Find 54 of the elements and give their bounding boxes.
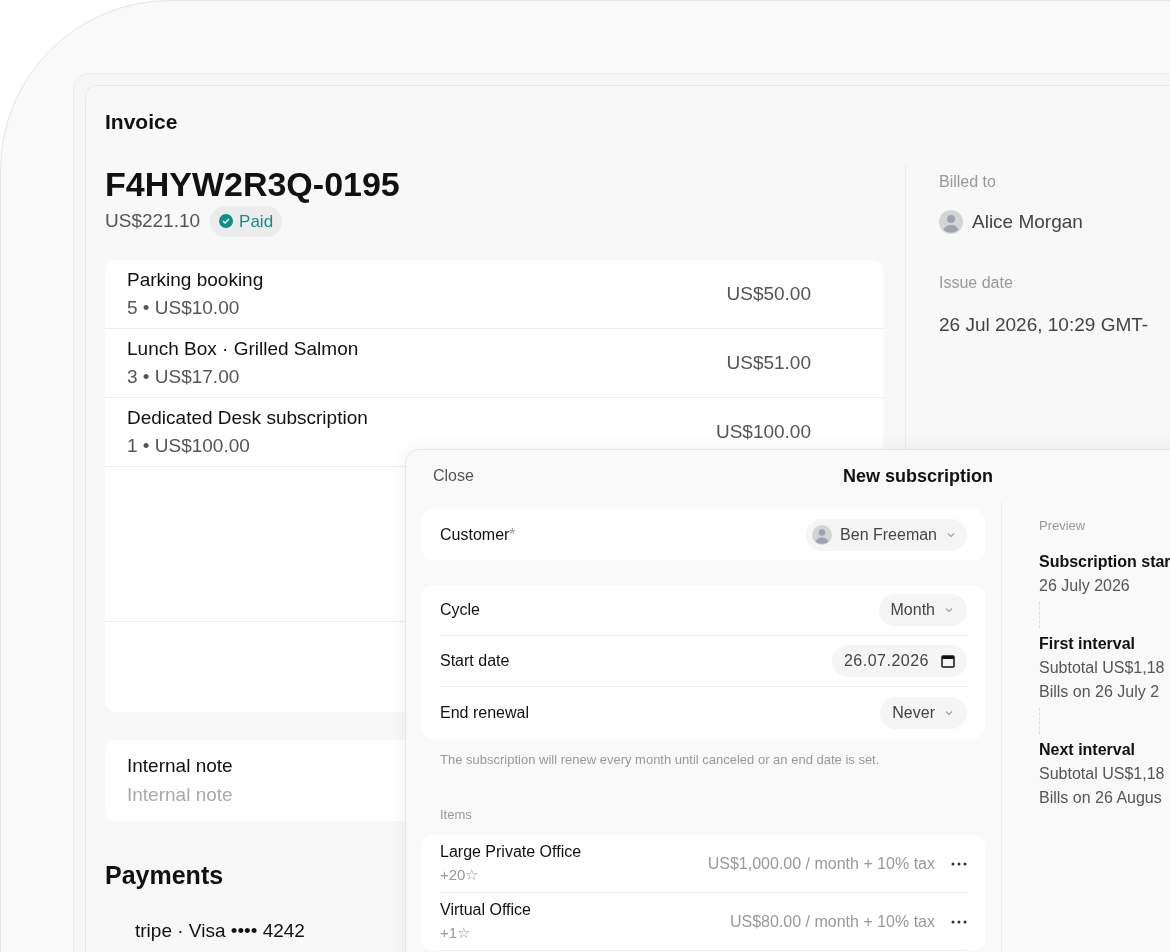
payment-method: tripe · Visa •••• 4242 [135, 918, 305, 943]
select-dropdown[interactable]: Month [878, 594, 967, 626]
section-label: Preview [1039, 517, 1087, 535]
preview-step-detail: 26 July 2026 [1039, 575, 1131, 596]
note-label: Internal note [127, 754, 233, 778]
check-circle-icon [219, 214, 234, 229]
item-quantity-price: 1 • US$100.00 [127, 434, 251, 458]
customer-select[interactable]: Ben Freeman [806, 519, 967, 551]
note-input[interactable]: Internal note [127, 780, 387, 809]
item-name: Parking booking [127, 267, 264, 292]
preview-step-detail: Bills on 26 July 2 [1039, 681, 1161, 702]
calendar-icon [941, 654, 955, 668]
preview-step-detail: Subtotal US$1,18 [1039, 657, 1166, 678]
customer-name: Alice Morgan [972, 209, 1083, 234]
invoice-total: US$221.10 [105, 209, 201, 233]
item-amount: US$51.00 [726, 350, 811, 375]
item-extra: +20☆ [440, 865, 480, 886]
field-label: Customer* [440, 525, 516, 545]
field-label: Issue date [939, 273, 1014, 293]
more-icon[interactable] [951, 861, 967, 866]
field-label: Billed to [939, 171, 997, 192]
item-price: US$80.00 / month + 10% tax [730, 911, 935, 932]
avatar-icon [939, 209, 963, 234]
preview-step-title: Subscription star [1039, 551, 1170, 572]
date-field[interactable]: 26.07.2026 [831, 645, 967, 677]
invoice-number: F4HYW2R3Q-0195 [105, 163, 401, 204]
status-badge: Paid [210, 205, 283, 237]
item-name: Large Private Office [440, 842, 582, 863]
field-label: End renewal [440, 702, 529, 723]
preview-step-detail: Bills on 26 Augus [1039, 787, 1163, 808]
item-price: US$1,000.00 / month + 10% tax [707, 853, 935, 874]
avatar-icon [812, 525, 833, 545]
item-name: Lunch Box · Grilled Salmon [127, 336, 359, 361]
modal-title: New subscription [843, 464, 994, 488]
preview-step-detail: Subtotal US$1,18 [1039, 763, 1166, 784]
hint-text: The subscription will renew every month until canceled or an end date is set. [439, 751, 881, 769]
item-quantity-price: 5 • US$10.00 [127, 296, 241, 320]
section-label: Items [439, 805, 473, 824]
item-amount: US$100.00 [715, 419, 811, 444]
item-name: Virtual Office [440, 900, 531, 921]
preview-step-title: First interval [1039, 633, 1137, 654]
panel-title: Invoice [105, 109, 179, 135]
field-label: Start date [440, 651, 510, 671]
more-icon[interactable] [951, 919, 967, 924]
field-label: Cycle [440, 600, 480, 620]
preview-step-title: Next interval [1039, 739, 1137, 760]
select-dropdown[interactable]: Never [880, 696, 967, 729]
item-quantity-price: 3 • US$17.00 [127, 365, 241, 389]
section-title: Payments [105, 860, 224, 891]
issue-date: 26 Jul 2026, 10:29 GMT- [939, 313, 1149, 337]
item-extra: +1☆ [440, 923, 472, 944]
close-button[interactable]: Close [433, 464, 474, 488]
item-amount: US$50.00 [726, 281, 811, 306]
item-name: Dedicated Desk subscription [127, 405, 368, 430]
